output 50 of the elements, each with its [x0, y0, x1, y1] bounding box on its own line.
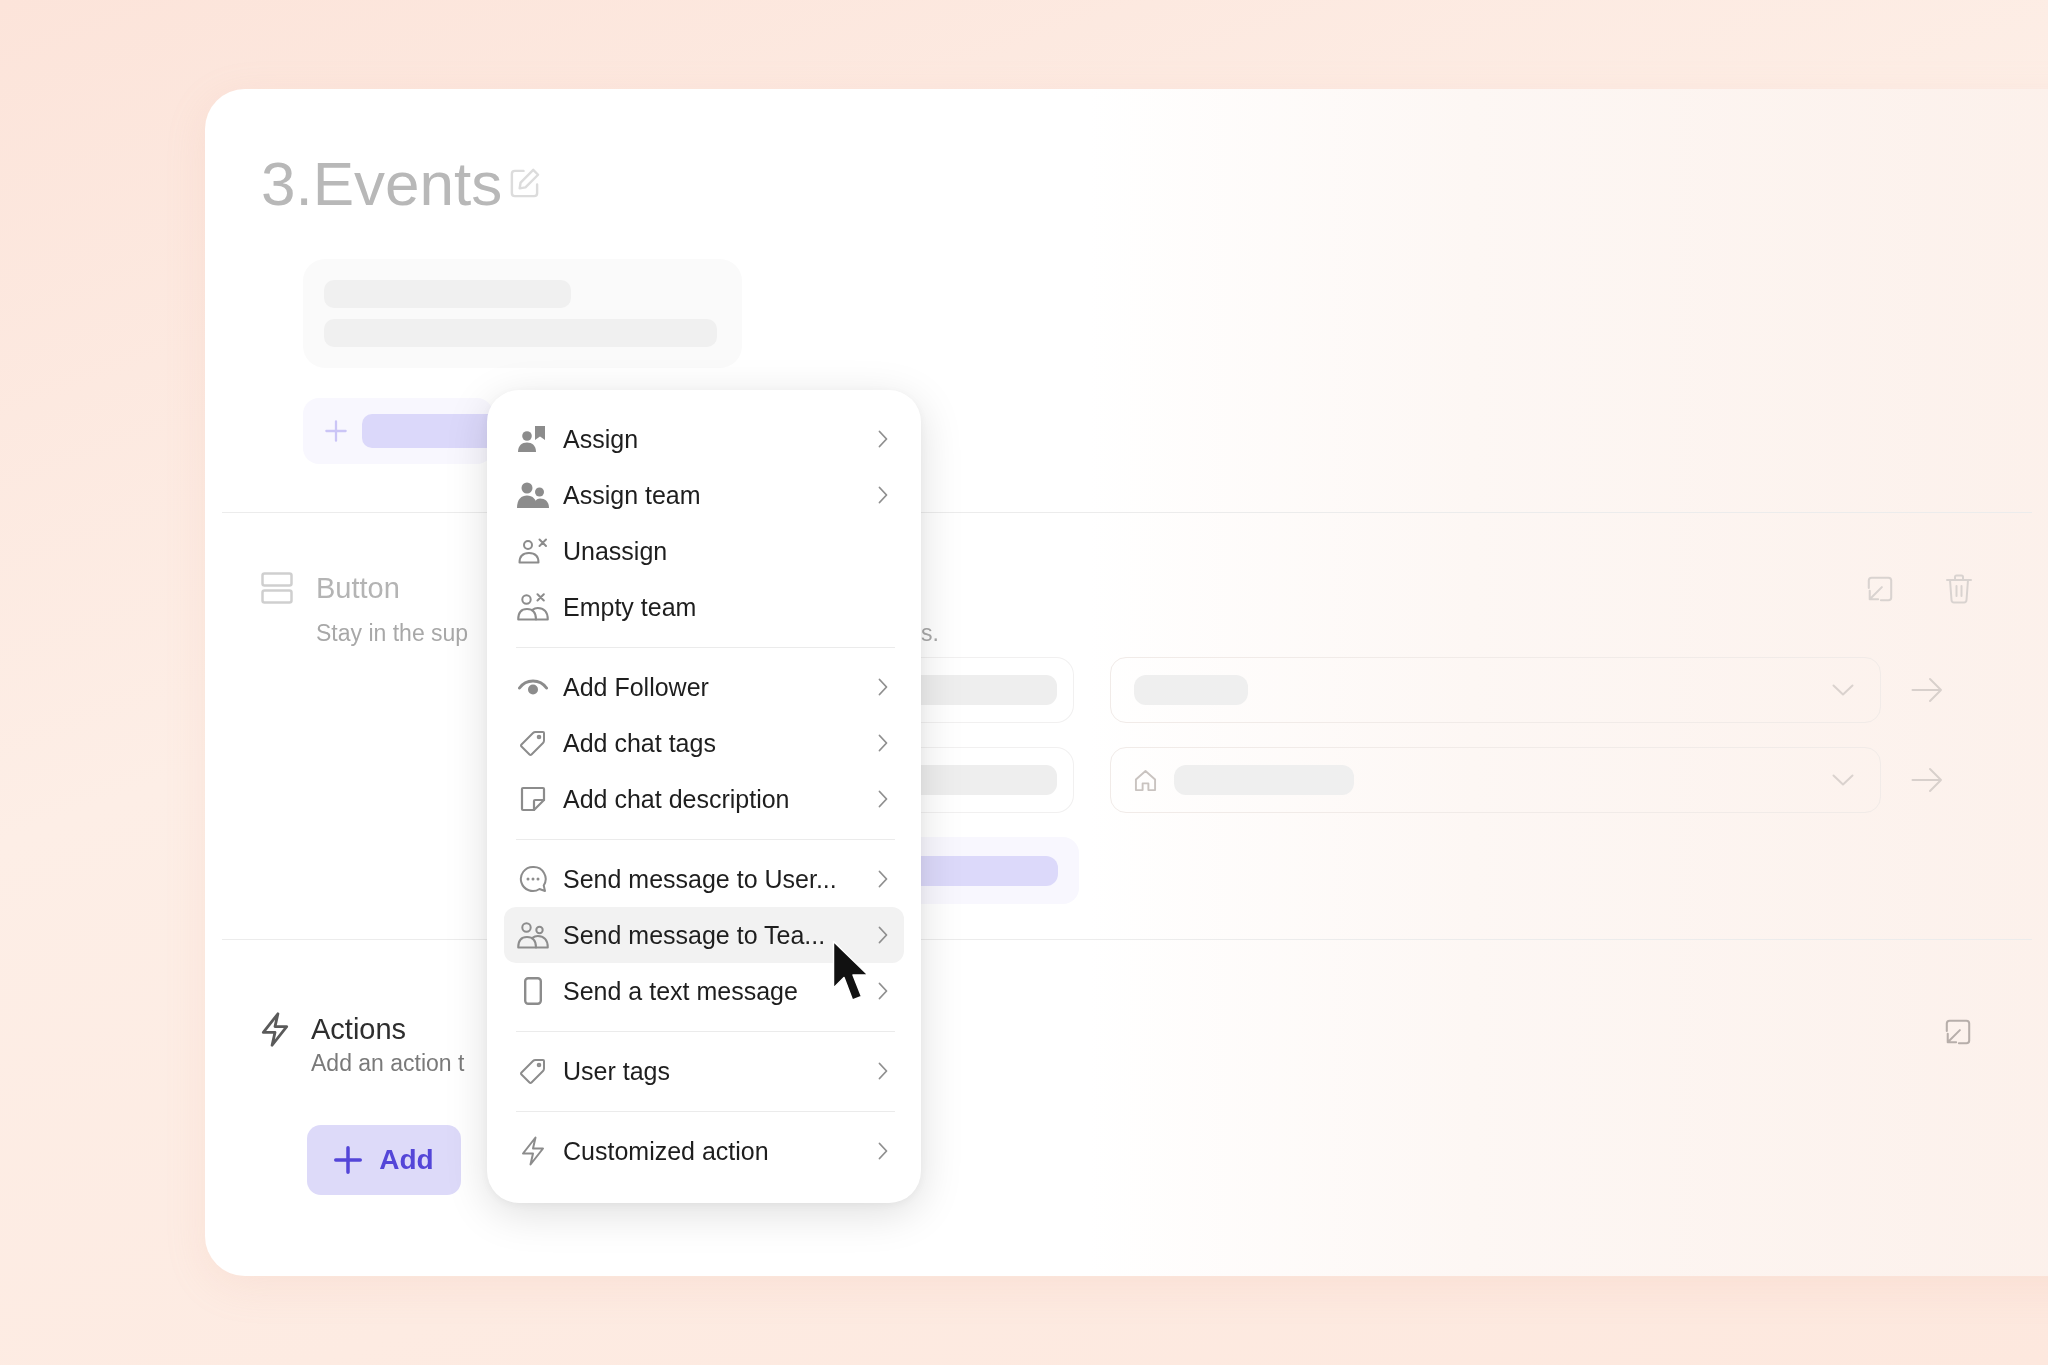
lightning-icon — [520, 1136, 545, 1166]
plus-icon — [325, 420, 347, 442]
chevron-down-icon — [1832, 684, 1854, 696]
menu-item[interactable]: Empty team — [504, 579, 904, 635]
home-icon — [1134, 768, 1157, 792]
chat-bubble-icon — [518, 865, 547, 893]
placeholder-button[interactable] — [303, 398, 493, 464]
dropdown-field[interactable] — [1110, 747, 1881, 813]
people-icon — [516, 921, 549, 949]
people-icon — [516, 482, 549, 508]
people-x-icon — [516, 593, 549, 621]
section-title: Button — [316, 572, 400, 604]
arrow-right-icon — [1911, 767, 1943, 793]
placeholder-button[interactable] — [921, 837, 1079, 904]
section-subtitle: s. — [921, 619, 939, 647]
tag-icon — [518, 729, 547, 757]
person-flag-icon — [517, 426, 548, 452]
tag-icon — [518, 1057, 547, 1085]
menu-item[interactable]: Send message to Tea... — [504, 907, 904, 963]
edit-icon[interactable] — [508, 167, 542, 200]
menu-item[interactable]: Add chat description — [504, 771, 904, 827]
eye-icon — [517, 679, 548, 695]
menu-item[interactable]: Add Follower — [504, 659, 904, 715]
menu-item[interactable]: Send message to User... — [504, 851, 904, 907]
menu-item[interactable]: Send a text message — [504, 963, 904, 1019]
section-subtitle: Stay in the sup — [316, 619, 469, 647]
chevron-down-icon — [1832, 774, 1854, 786]
menu-item[interactable]: Assign team — [504, 467, 904, 523]
lightning-icon — [261, 1012, 289, 1047]
expand-icon[interactable] — [1866, 575, 1894, 603]
plus-icon — [334, 1146, 363, 1174]
page-title: 3.Events — [261, 152, 503, 216]
trash-icon[interactable] — [1946, 574, 1972, 604]
menu-item[interactable]: User tags — [504, 1043, 904, 1099]
person-x-icon — [517, 538, 548, 564]
note-icon — [519, 786, 546, 812]
rows-icon — [261, 572, 293, 604]
expand-icon[interactable] — [1944, 1018, 1972, 1046]
arrow-right-icon — [1911, 677, 1943, 703]
dropdown-field[interactable] — [1110, 657, 1881, 723]
menu-item[interactable]: Customized action — [504, 1123, 904, 1179]
input-field[interactable] — [921, 657, 1074, 723]
section-title: Actions — [311, 1012, 407, 1046]
add-button[interactable]: Add — [307, 1125, 461, 1195]
input-field[interactable] — [921, 747, 1074, 813]
section-subtitle: Add an action t — [311, 1049, 465, 1077]
phone-icon — [523, 977, 542, 1005]
menu-item[interactable]: Add chat tags — [504, 715, 904, 771]
menu-item[interactable]: Unassign — [504, 523, 904, 579]
menu-item[interactable]: Assign — [504, 411, 904, 467]
